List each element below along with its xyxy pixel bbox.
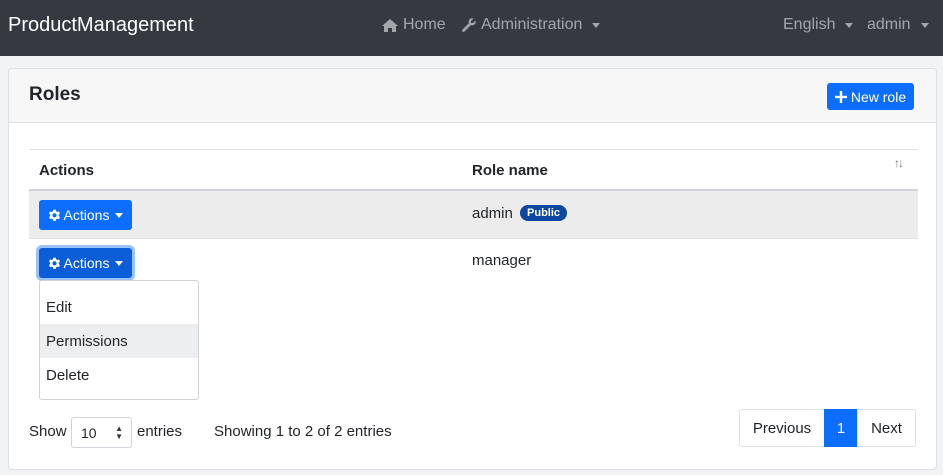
actions-label: Actions (63, 255, 110, 271)
caret-down-icon (115, 260, 124, 266)
status-badge: Public (520, 205, 568, 221)
role-name-cell: manager (472, 252, 531, 269)
page-size-value: 10 (81, 424, 97, 441)
chevron-down-icon (845, 22, 854, 28)
chevron-down-icon (592, 22, 601, 28)
select-arrows-icon: ▲ ▼ (115, 424, 123, 441)
column-header-role-name[interactable]: Role name (472, 162, 548, 179)
top-navbar: ProductManagement Home Administration En… (0, 0, 943, 56)
nav-home[interactable]: Home (381, 16, 446, 34)
language-label: English (783, 16, 836, 33)
caret-down-icon (115, 212, 124, 218)
entries-label: entries (137, 423, 183, 440)
user-label: admin (867, 16, 911, 33)
language-dropdown[interactable]: English (783, 16, 854, 34)
menu-item-permissions[interactable]: Permissions (40, 324, 198, 358)
row-actions-button[interactable]: Actions (39, 200, 132, 230)
page-size-select[interactable]: 10 ▲ ▼ (71, 417, 132, 448)
card-header: Roles New role (9, 69, 936, 123)
next-page-button[interactable]: Next (857, 409, 916, 447)
brand-link[interactable]: ProductManagement (8, 14, 194, 37)
table-header: Actions Role name ↑↓ (29, 149, 918, 191)
user-dropdown[interactable]: admin (867, 16, 929, 34)
page-1-button[interactable]: 1 (824, 409, 858, 447)
role-name-cell: admin Public (472, 205, 568, 222)
role-name: admin (472, 205, 513, 222)
column-header-actions: Actions (39, 162, 95, 179)
sort-icon[interactable]: ↑↓ (894, 156, 904, 170)
plus-icon (834, 90, 847, 103)
role-name: manager (472, 252, 532, 269)
nav-administration-label: Administration (481, 16, 583, 33)
pagination: Previous 1 Next (739, 409, 916, 447)
new-role-label: New role (850, 88, 907, 105)
row-actions-button[interactable]: Actions (39, 248, 132, 278)
show-label: Show (29, 423, 67, 440)
gear-icon (48, 257, 60, 269)
menu-item-edit[interactable]: Edit (40, 290, 198, 324)
new-role-button[interactable]: New role (827, 83, 914, 110)
chevron-down-icon (920, 22, 929, 28)
wrench-icon (462, 18, 476, 32)
previous-page-button[interactable]: Previous (739, 409, 825, 447)
nav-home-label: Home (403, 16, 446, 33)
nav-administration[interactable]: Administration (461, 16, 601, 34)
table-row: Actions admin Public (29, 191, 918, 239)
menu-item-delete[interactable]: Delete (40, 358, 198, 392)
home-icon (382, 18, 398, 32)
table-info: Showing 1 to 2 of 2 entries (214, 423, 392, 440)
actions-label: Actions (63, 207, 110, 223)
gear-icon (48, 209, 60, 221)
actions-dropdown-menu: Edit Permissions Delete (39, 280, 199, 400)
page-title: Roles (29, 84, 81, 105)
